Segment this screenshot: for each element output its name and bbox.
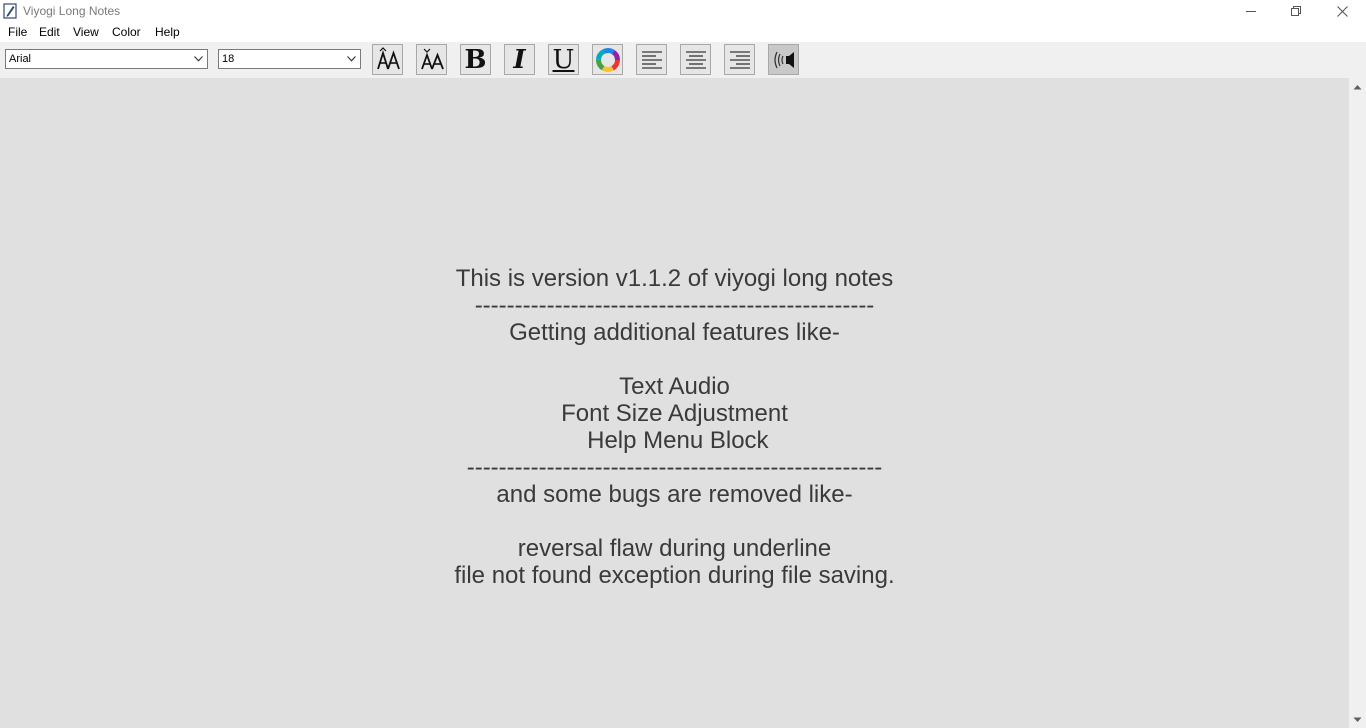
menu-file[interactable]: File xyxy=(8,25,27,39)
title-bar: Viyogi Long Notes xyxy=(0,0,1366,22)
editor-line: file not found exception during file sav… xyxy=(454,562,895,589)
editor-line: reversal flaw during underline xyxy=(517,535,832,562)
close-button[interactable] xyxy=(1319,0,1365,22)
font-size-up-icon xyxy=(376,46,400,69)
color-button[interactable] xyxy=(592,44,623,75)
editor-line: and some bugs are removed like- xyxy=(496,481,853,508)
menu-edit[interactable]: Edit xyxy=(39,25,60,39)
editor-line: ----------------------------------------… xyxy=(474,292,875,319)
align-right-icon xyxy=(729,50,750,69)
align-left-icon xyxy=(641,50,662,69)
chevron-down-icon xyxy=(194,56,203,62)
font-family-value: Arial xyxy=(9,53,32,65)
increase-font-size-button[interactable] xyxy=(372,44,403,75)
align-center-icon xyxy=(685,50,706,69)
editor-line: ----------------------------------------… xyxy=(466,454,883,481)
align-right-button[interactable] xyxy=(724,44,755,75)
close-icon xyxy=(1336,5,1348,17)
decrease-font-size-button[interactable] xyxy=(416,44,447,75)
speaker-icon xyxy=(773,51,794,68)
font-size-value: 18 xyxy=(222,53,235,65)
editor-text: This is version v1.1.2 of viyogi long no… xyxy=(0,265,1349,589)
text-editor[interactable]: This is version v1.1.2 of viyogi long no… xyxy=(0,78,1349,728)
arrow-down-icon xyxy=(1353,717,1362,722)
italic-icon: I xyxy=(513,44,526,75)
formatting-toolbar: Arial 18 B I U xyxy=(0,42,1366,78)
bold-icon: B xyxy=(464,44,487,75)
scroll-up-button[interactable] xyxy=(1349,78,1366,95)
underline-button[interactable]: U xyxy=(548,44,579,75)
bold-button[interactable]: B xyxy=(460,44,491,75)
underline-icon: U xyxy=(552,44,575,75)
vertical-scrollbar[interactable] xyxy=(1349,78,1366,728)
color-wheel-icon xyxy=(595,47,620,72)
editor-line: Help Menu Block xyxy=(580,427,769,454)
menu-view[interactable]: View xyxy=(73,25,99,39)
italic-button[interactable]: I xyxy=(504,44,535,75)
editor-line: This is version v1.1.2 of viyogi long no… xyxy=(455,265,894,292)
minimize-icon xyxy=(1246,11,1256,12)
restore-icon xyxy=(1291,6,1301,16)
font-family-select[interactable]: Arial xyxy=(5,49,208,69)
menu-help[interactable]: Help xyxy=(155,25,180,39)
align-center-button[interactable] xyxy=(680,44,711,75)
font-size-down-icon xyxy=(420,48,444,69)
menu-color[interactable]: Color xyxy=(112,25,141,39)
notepad-app-icon xyxy=(3,3,17,19)
font-size-select[interactable]: 18 xyxy=(218,49,361,69)
editor-line: Font Size Adjustment xyxy=(561,400,788,427)
editor-line: Getting additional features like- xyxy=(509,319,840,346)
restore-button[interactable] xyxy=(1273,0,1319,22)
editor-line: Text Audio xyxy=(619,373,730,400)
window-title: Viyogi Long Notes xyxy=(23,4,121,18)
chevron-down-icon xyxy=(347,56,356,62)
arrow-up-icon xyxy=(1353,84,1362,89)
app-window: Viyogi Long Notes File Edit View Color H… xyxy=(0,0,1366,728)
scroll-down-button[interactable] xyxy=(1349,711,1366,728)
minimize-button[interactable] xyxy=(1228,0,1274,22)
menu-bar: File Edit View Color Help xyxy=(0,22,1366,42)
align-left-button[interactable] xyxy=(636,44,667,75)
text-audio-button[interactable] xyxy=(768,44,799,75)
